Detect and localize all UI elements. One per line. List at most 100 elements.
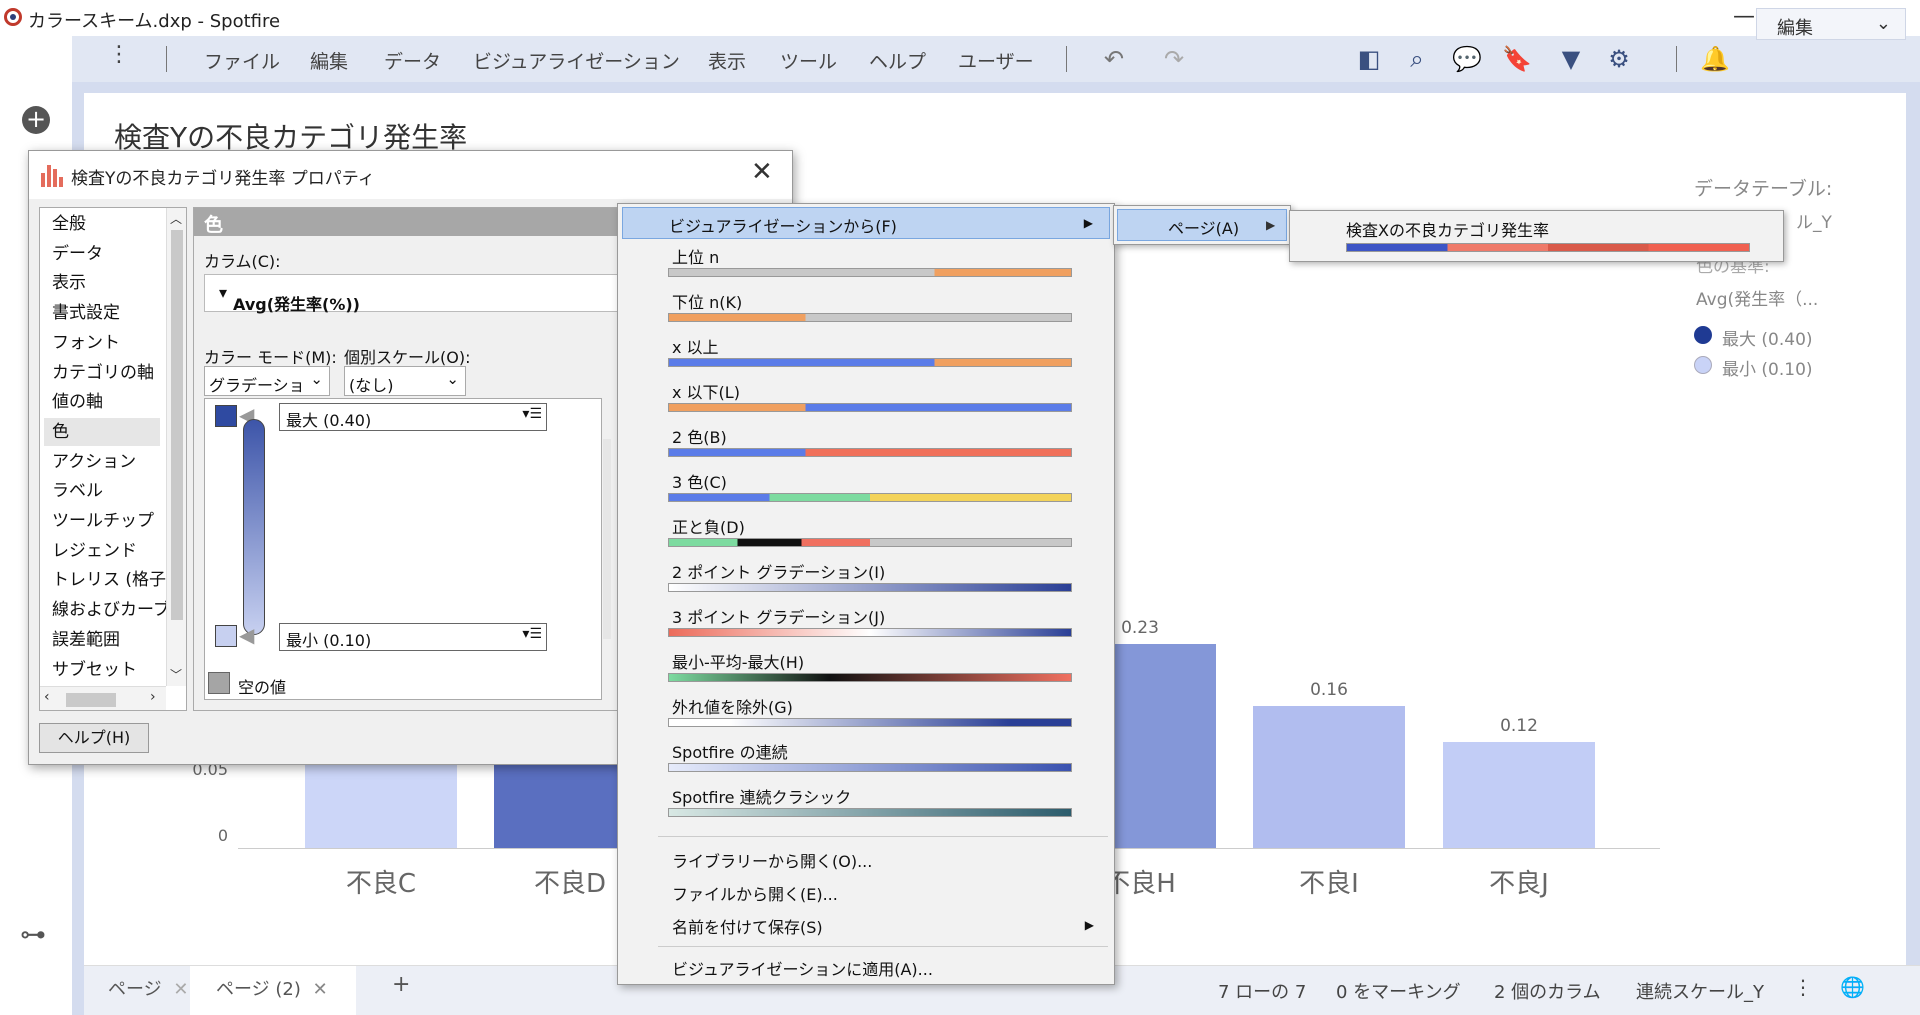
individual-scale-select[interactable]: (なし) ⌄ bbox=[344, 366, 466, 396]
individual-scale-label: 個別スケール(O): bbox=[344, 348, 471, 367]
window-title: カラースキーム.dxp - Spotfire bbox=[28, 11, 281, 32]
page-tab-1[interactable]: ページ ✕ bbox=[108, 975, 188, 1001]
nav-item[interactable]: トレリス (格子) bbox=[44, 566, 173, 594]
menu-tools[interactable]: ツール bbox=[780, 47, 837, 74]
add-page-button[interactable]: + bbox=[392, 972, 410, 997]
bar-value-label: 0.16 bbox=[1310, 680, 1348, 701]
nav-item[interactable]: データ bbox=[44, 240, 160, 268]
search-icon[interactable]: ⌕ bbox=[1402, 45, 1432, 73]
nav-item[interactable]: 線およびカーブ bbox=[44, 596, 170, 624]
settings-gear-icon[interactable]: ⚙ bbox=[1604, 45, 1634, 73]
menu-data[interactable]: データ bbox=[384, 47, 441, 74]
nav-item[interactable]: 表示 bbox=[44, 269, 160, 297]
data-table-name[interactable]: 連続スケール_Y bbox=[1636, 978, 1764, 1004]
nav-item[interactable]: 誤差範囲 bbox=[44, 626, 160, 654]
legend-min-swatch bbox=[1694, 356, 1712, 374]
menu-edit[interactable]: 編集 bbox=[310, 47, 348, 74]
data-flow-icon[interactable]: ⊶ bbox=[20, 920, 46, 950]
menu-viz-scheme[interactable]: 検査Xの不良カテゴリ発生率 bbox=[1294, 215, 1774, 257]
menu-scheme-item[interactable]: x 以下(L) bbox=[622, 377, 1110, 419]
legend-min-label: 最小 (0.10) bbox=[1722, 360, 1813, 380]
submenu-arrow-icon: ▶ bbox=[1083, 216, 1093, 230]
menu-user[interactable]: ユーザー bbox=[958, 47, 1034, 74]
chart-bar[interactable] bbox=[1253, 706, 1405, 848]
chart-bar[interactable] bbox=[305, 759, 457, 848]
bookmark-icon[interactable]: 🔖 bbox=[1502, 45, 1532, 73]
scale-scrollbar[interactable] bbox=[603, 439, 611, 639]
visualization-submenu: 検査Xの不良カテゴリ発生率 bbox=[1289, 210, 1784, 262]
nav-item[interactable]: レジェンド bbox=[44, 537, 160, 565]
menu-scheme-item[interactable]: 最小-平均-最大(H) bbox=[622, 647, 1110, 689]
menu-scheme-item[interactable]: 下位 n(K) bbox=[622, 287, 1110, 329]
menu-scheme-item[interactable]: 正と負(D) bbox=[622, 512, 1110, 554]
nav-item[interactable]: ラベル bbox=[44, 477, 160, 505]
chart-bar[interactable] bbox=[1443, 741, 1595, 848]
scroll-down-icon[interactable]: ﹀ bbox=[170, 666, 182, 683]
scheme-label: 外れ値を除外(G) bbox=[672, 698, 793, 717]
scheme-preview-bar bbox=[668, 493, 1072, 502]
scroll-up-icon[interactable]: ︿ bbox=[170, 210, 182, 227]
scroll-left-icon[interactable]: ‹ bbox=[44, 689, 50, 705]
mode-dropdown[interactable]: 編集 ⌄ bbox=[1756, 8, 1906, 40]
scheme-preview-bar bbox=[668, 268, 1072, 277]
filter-icon[interactable]: ▼ bbox=[1556, 45, 1586, 73]
add-plus-icon[interactable]: + bbox=[22, 106, 50, 134]
nav-item[interactable]: 書式設定 bbox=[44, 299, 160, 327]
globe-icon[interactable]: 🌐 bbox=[1840, 975, 1865, 999]
nav-item[interactable]: 色 bbox=[44, 417, 160, 446]
min-handle-icon[interactable]: ◀ bbox=[239, 623, 254, 647]
dialog-title: 検査Yの不良カテゴリ発生率 プロパティ bbox=[71, 169, 375, 189]
column-label: カラム(C): bbox=[204, 252, 281, 271]
nav-item[interactable]: フォント bbox=[44, 329, 160, 357]
menu-help[interactable]: ヘルプ bbox=[869, 47, 926, 74]
menu-scheme-item[interactable]: Spotfire の連続 bbox=[622, 737, 1110, 779]
menu-view[interactable]: 表示 bbox=[708, 47, 746, 74]
redo-icon[interactable]: ↷ bbox=[1159, 45, 1189, 73]
min-color-swatch[interactable] bbox=[215, 625, 237, 647]
undo-icon[interactable]: ↶ bbox=[1099, 45, 1129, 73]
nav-item[interactable]: カテゴリの軸 bbox=[44, 359, 160, 387]
scheme-label: 3 ポイント グラデーション(J) bbox=[672, 608, 886, 627]
page-tab-2[interactable]: ページ (2) ✕ bbox=[190, 966, 356, 1015]
min-value-field[interactable]: 最小 (0.10) ▾☰ bbox=[279, 623, 547, 651]
nav-item[interactable]: ツールチップ bbox=[44, 507, 160, 535]
menu-visualization[interactable]: ビジュアライゼーション bbox=[473, 47, 680, 74]
menu-scheme-item[interactable]: 3 ポイント グラデーション(J) bbox=[622, 602, 1110, 644]
menu-file[interactable]: ファイル bbox=[204, 47, 280, 74]
max-value-field[interactable]: 最大 (0.40) ▾☰ bbox=[279, 403, 547, 431]
comments-icon[interactable]: 💬 bbox=[1452, 45, 1482, 73]
menu-from-visualization[interactable]: ビジュアライゼーションから(F) ▶ bbox=[622, 207, 1110, 239]
nav-item[interactable]: アクション bbox=[44, 448, 160, 476]
more-menu-icon[interactable]: ⋮ bbox=[108, 42, 130, 67]
max-color-swatch[interactable] bbox=[215, 405, 237, 427]
menu-scheme-item[interactable]: 上位 n bbox=[622, 242, 1110, 284]
panel-toggle-icon[interactable]: ◧ bbox=[1354, 45, 1384, 73]
menu-page[interactable]: ページ(A) ▶ bbox=[1117, 209, 1287, 241]
scheme-label: 2 ポイント グラデーション(I) bbox=[672, 563, 886, 582]
help-button[interactable]: ヘルプ(H) bbox=[39, 723, 149, 753]
menu-scheme-item[interactable]: 3 色(C) bbox=[622, 467, 1110, 509]
column-selector[interactable]: Avg(発生率(%)) ▾ bbox=[204, 274, 640, 314]
nav-item[interactable]: 全般 bbox=[44, 210, 160, 238]
status-more-icon[interactable]: ⋮ bbox=[1793, 975, 1813, 999]
notification-bell-icon[interactable]: 🔔 bbox=[1700, 45, 1730, 73]
nav-item[interactable]: サブセット bbox=[44, 656, 160, 684]
nav-scroll-thumb[interactable] bbox=[171, 230, 183, 620]
empty-value-swatch[interactable] bbox=[208, 672, 230, 694]
menu-scheme-item[interactable]: x 以上 bbox=[622, 332, 1110, 374]
color-mode-select[interactable]: グラデーション⌄ bbox=[204, 366, 330, 396]
legend-max-label: 最大 (0.40) bbox=[1722, 330, 1813, 350]
scroll-right-icon[interactable]: › bbox=[150, 689, 156, 705]
menu-scheme-item[interactable]: 外れ値を除外(G) bbox=[622, 692, 1110, 734]
menu-scheme-item[interactable]: 2 ポイント グラデーション(I) bbox=[622, 557, 1110, 599]
scheme-preview-bar bbox=[668, 718, 1072, 727]
nav-hscroll-thumb[interactable] bbox=[66, 693, 116, 707]
menu-scheme-item[interactable]: 2 色(B) bbox=[622, 422, 1110, 464]
gradient-bar[interactable] bbox=[243, 419, 265, 635]
menu-scheme-item[interactable]: Spotfire 連続クラシック bbox=[622, 782, 1110, 824]
legend-color-basis-value[interactable]: Avg(発生率（... bbox=[1696, 285, 1818, 310]
dialog-close-icon[interactable]: ✕ bbox=[751, 157, 773, 187]
scheme-preview-bar bbox=[668, 403, 1072, 412]
nav-item[interactable]: 値の軸 bbox=[44, 388, 160, 416]
color-scale-editor: ◀ 最大 (0.40) ▾☰ ◀ 最小 (0.10) ▾☰ bbox=[204, 398, 611, 700]
